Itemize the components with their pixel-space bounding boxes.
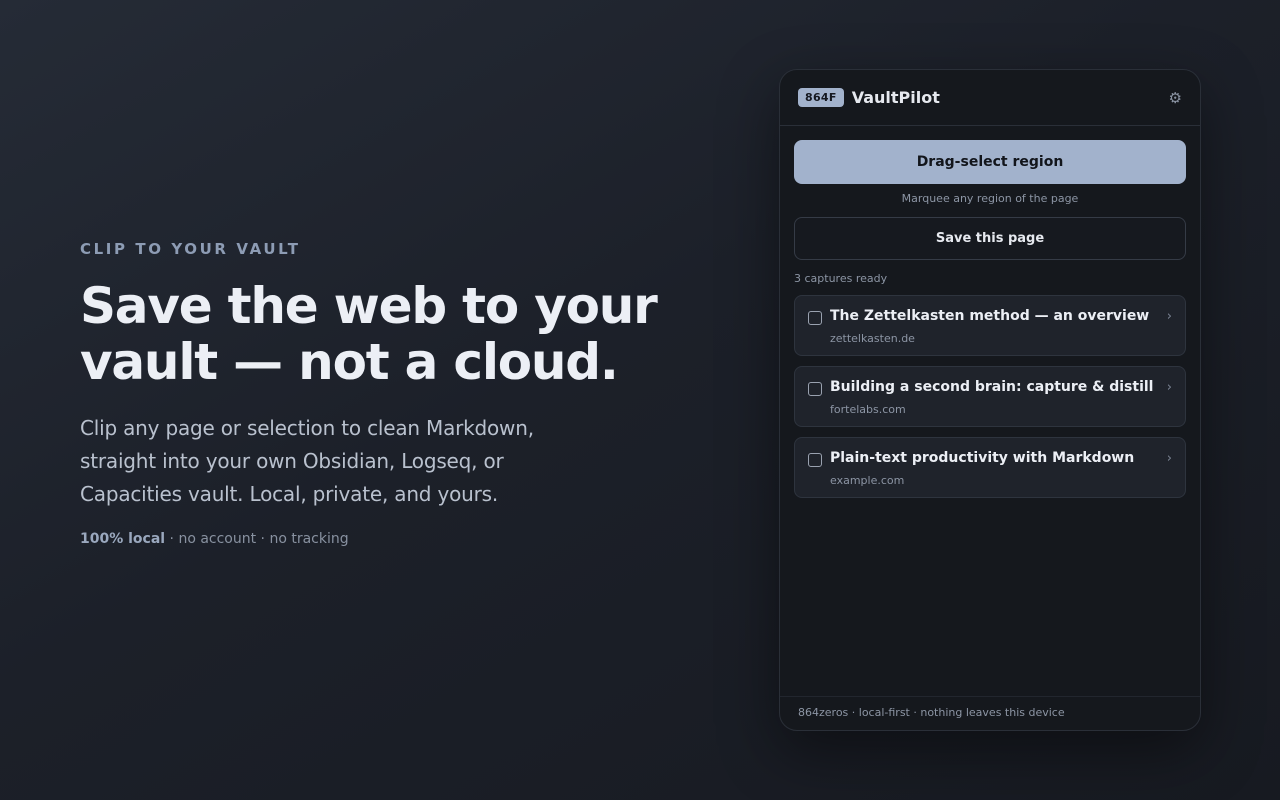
panel-body: Drag-select region Marquee any region of…	[780, 126, 1200, 498]
capture-title: Plain-text productivity with Markdown	[830, 450, 1135, 466]
capture-item[interactable]: Building a second brain: capture & disti…	[794, 366, 1186, 427]
meta-rest: · no account · no tracking	[165, 531, 349, 547]
capture-checkbox[interactable]	[808, 453, 822, 467]
drag-select-button[interactable]: Drag-select region	[794, 140, 1186, 184]
hero-meta: 100% local · no account · no tracking	[80, 531, 740, 547]
brand-badge: 864F	[798, 88, 844, 107]
capture-checkbox[interactable]	[808, 382, 822, 396]
app-name: VaultPilot	[851, 88, 940, 107]
capture-title: Building a second brain: capture & disti…	[830, 379, 1154, 395]
capture-item[interactable]: The Zettelkasten method — an overview ze…	[794, 295, 1186, 356]
hero-section: CLIP TO YOUR VAULT Save the web to your …	[80, 240, 740, 547]
capture-domain: example.com	[830, 474, 905, 487]
extension-panel: 864F VaultPilot ⚙ Drag-select region Mar…	[779, 69, 1201, 731]
hero-headline: Save the web to your vault — not a cloud…	[80, 277, 658, 391]
capture-domain: fortelabs.com	[830, 403, 906, 416]
capture-checkbox[interactable]	[808, 311, 822, 325]
hero-subtext: Clip any page or selection to clean Mark…	[80, 416, 534, 506]
captures-list: The Zettelkasten method — an overview ze…	[794, 295, 1186, 498]
save-page-button[interactable]: Save this page	[794, 217, 1186, 260]
capture-item[interactable]: Plain-text productivity with Markdown ex…	[794, 437, 1186, 498]
captures-count: 3 captures ready	[794, 272, 888, 285]
chevron-right-icon: ›	[1166, 380, 1172, 395]
capture-title: The Zettelkasten method — an overview	[830, 308, 1150, 324]
hero-eyebrow: CLIP TO YOUR VAULT	[80, 240, 301, 258]
drag-select-hint: Marquee any region of the page	[901, 192, 1079, 205]
capture-domain: zettelkasten.de	[830, 332, 915, 345]
gear-icon[interactable]: ⚙	[1169, 89, 1182, 107]
panel-footer: 864zeros · local-first · nothing leaves …	[780, 696, 1200, 730]
chevron-right-icon: ›	[1166, 451, 1172, 466]
meta-local-label: 100% local	[80, 531, 166, 547]
chevron-right-icon: ›	[1166, 309, 1172, 324]
panel-header: 864F VaultPilot ⚙	[780, 70, 1200, 126]
